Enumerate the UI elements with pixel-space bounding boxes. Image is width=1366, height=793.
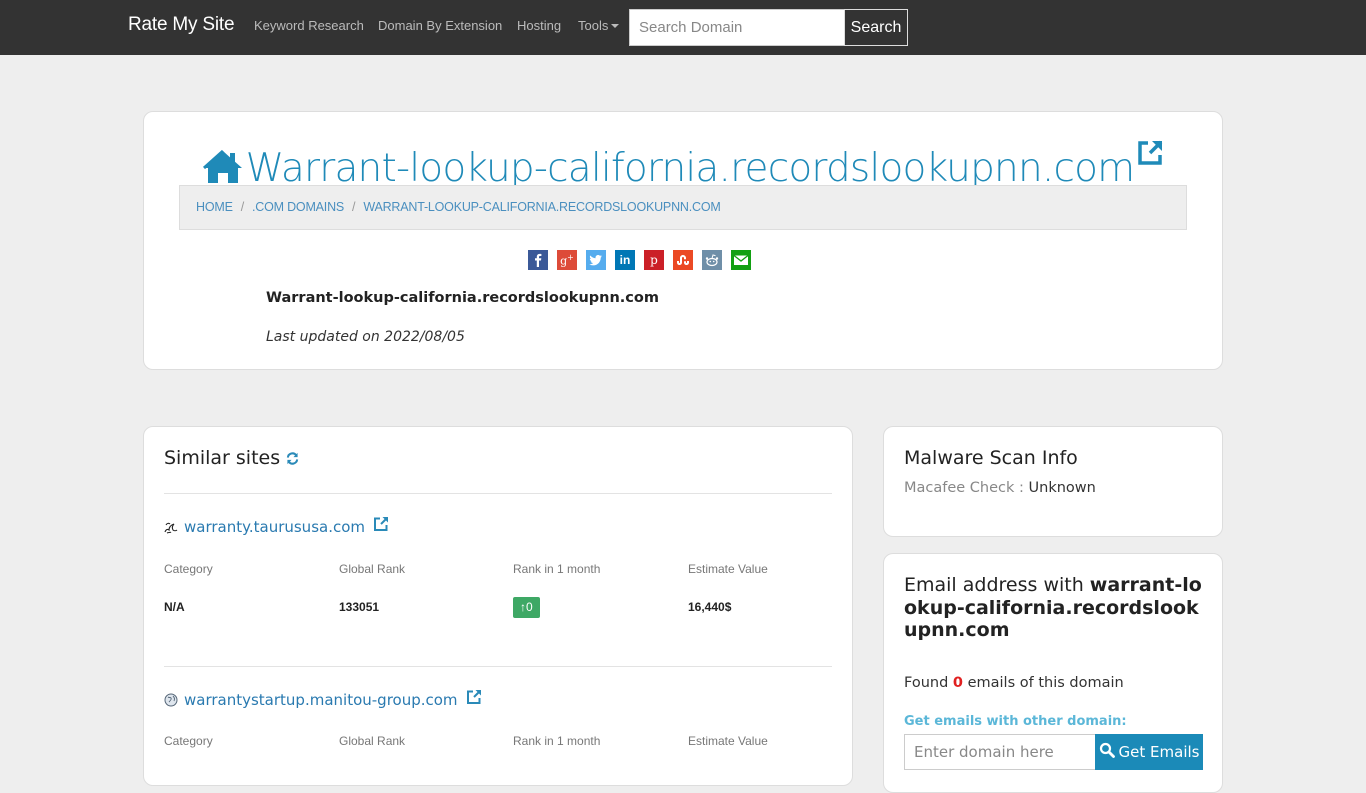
navbar: Rate My Site Keyword Research Domain By … <box>0 0 1366 55</box>
similar-site-link[interactable]: warranty.taurususa.com <box>184 518 365 536</box>
refresh-icon[interactable] <box>286 448 299 470</box>
emails-found-text: Found 0 emails of this domain <box>904 675 1124 691</box>
estimate-value-label: Estimate Value <box>688 734 768 748</box>
similar-sites-card: Similar sites warranty.taurususa.com Cat… <box>143 426 853 786</box>
malware-scan-title: Malware Scan Info <box>904 447 1078 469</box>
last-updated-text: Last updated on 2022/08/05 <box>266 329 465 345</box>
rank-change-badge: ↑0 <box>513 597 540 618</box>
breadcrumb-separator: / <box>352 200 356 214</box>
facebook-share-icon[interactable] <box>528 250 548 270</box>
macafee-check-row: Macafee Check : Unknown <box>904 480 1096 496</box>
similar-site-item: warranty.taurususa.com <box>164 516 389 536</box>
get-emails-label: Get Emails <box>1118 743 1200 761</box>
category-value: N/A <box>164 600 185 614</box>
estimate-value: 16,440$ <box>688 600 732 614</box>
found-suffix: emails of this domain <box>962 675 1124 691</box>
malware-scan-card: Malware Scan Info Macafee Check : Unknow… <box>883 426 1223 537</box>
breadcrumb-home[interactable]: Home <box>196 200 233 214</box>
macafee-check-value: Unknown <box>1028 480 1096 496</box>
share-buttons: g+ in p <box>528 250 751 270</box>
other-domain-label: Get emails with other domain: <box>904 714 1127 729</box>
search-button[interactable]: Search <box>844 9 908 46</box>
rank-month-label: Rank in 1 month <box>513 562 601 576</box>
external-link-icon[interactable] <box>373 516 389 536</box>
rank-month-label: Rank in 1 month <box>513 734 601 748</box>
email-share-icon[interactable] <box>731 250 751 270</box>
estimate-value-label: Estimate Value <box>688 562 768 576</box>
category-label: Category <box>164 562 213 576</box>
google-plus-share-icon[interactable]: g+ <box>557 250 577 270</box>
globe-favicon-icon <box>164 693 178 707</box>
linkedin-share-icon[interactable]: in <box>615 250 635 270</box>
caret-down-icon <box>611 23 620 28</box>
nav-tools-dropdown[interactable]: Tools <box>578 18 620 33</box>
divider <box>164 493 832 494</box>
similar-site-link[interactable]: warrantystartup.manitou-group.com <box>184 691 458 709</box>
external-link-icon[interactable] <box>1136 132 1164 177</box>
global-rank-label: Global Rank <box>339 734 406 748</box>
nav-tools-label: Tools <box>578 18 609 33</box>
external-link-icon[interactable] <box>466 689 482 709</box>
breadcrumb: Home / .com Domains / Warrant-lookup-califor… <box>179 185 1187 230</box>
similar-site-item: warrantystartup.manitou-group.com <box>164 689 482 709</box>
emails-found-count: 0 <box>952 675 963 691</box>
stumbleupon-share-icon[interactable] <box>673 250 693 270</box>
similar-sites-heading: Similar sites <box>164 447 299 470</box>
email-address-card: Email address with warrant-lookup-califo… <box>883 553 1223 793</box>
domain-header-card: Warrant-lookup-california.recordslookupn… <box>143 111 1223 370</box>
reddit-share-icon[interactable] <box>702 250 722 270</box>
similar-sites-title: Similar sites <box>164 447 281 469</box>
global-rank-label: Global Rank <box>339 562 406 576</box>
global-rank-value: 133051 <box>339 600 380 614</box>
email-card-title: Email address with warrant-lookup-califo… <box>904 574 1204 642</box>
brand-logo[interactable]: Rate My Site <box>128 14 235 36</box>
breadcrumb-separator: / <box>240 200 245 214</box>
category-label: Category <box>164 734 213 748</box>
other-domain-input[interactable] <box>904 734 1096 770</box>
nav-keyword-research[interactable]: Keyword Research <box>254 18 364 33</box>
search-domain-input[interactable] <box>629 9 845 46</box>
nav-hosting[interactable]: Hosting <box>517 18 561 33</box>
domain-name-heading: Warrant-lookup-california.recordslookupn… <box>266 290 659 306</box>
nav-domain-by-extension[interactable]: Domain By Extension <box>378 18 502 33</box>
bull-favicon-icon <box>164 520 178 534</box>
rank-change-value: 0 <box>526 600 533 614</box>
breadcrumb-com-domains[interactable]: .com Domains <box>252 200 344 214</box>
found-prefix: Found <box>904 675 953 691</box>
breadcrumb-current[interactable]: Warrant-lookup-california.recordslookupn… <box>363 200 720 214</box>
search-icon <box>1099 742 1115 762</box>
divider <box>164 666 832 667</box>
email-title-prefix: Email address with <box>904 574 1090 596</box>
pinterest-share-icon[interactable]: p <box>644 250 664 270</box>
twitter-share-icon[interactable] <box>586 250 606 270</box>
get-emails-button[interactable]: Get Emails <box>1095 734 1203 770</box>
macafee-check-label: Macafee Check : <box>904 480 1029 496</box>
